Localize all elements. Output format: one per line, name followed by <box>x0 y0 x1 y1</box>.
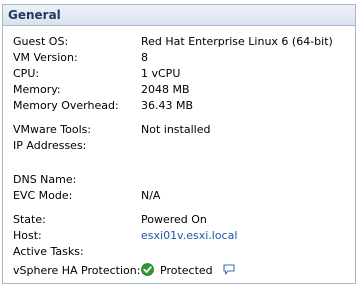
general-panel: General Guest OS: Red Hat Enterprise Lin… <box>2 4 356 284</box>
cpu-label: CPU: <box>13 67 40 80</box>
guest-os-label: Guest OS: <box>13 35 69 48</box>
cpu-value: 1 vCPU <box>141 67 181 80</box>
memory-label: Memory: <box>13 83 61 96</box>
ha-protection-value-group: Protected <box>141 263 235 279</box>
memory-overhead-value: 36.43 MB <box>141 99 194 112</box>
state-label: State: <box>13 213 46 226</box>
vmware-tools-value: Not installed <box>141 123 211 136</box>
dns-name-label: DNS Name: <box>13 173 77 186</box>
ip-addresses-label: IP Addresses: <box>13 139 87 152</box>
ha-protection-label: vSphere HA Protection: <box>13 264 141 277</box>
memory-value: 2048 MB <box>141 83 190 96</box>
ha-protection-value: Protected <box>160 264 213 277</box>
state-value: Powered On <box>141 213 207 226</box>
green-check-icon <box>141 263 154 276</box>
vm-version-value: 8 <box>141 51 148 64</box>
host-label: Host: <box>13 229 42 242</box>
speech-bubble-icon[interactable] <box>223 264 235 275</box>
guest-os-value: Red Hat Enterprise Linux 6 (64-bit) <box>141 35 333 48</box>
panel-title: General <box>3 5 355 26</box>
active-tasks-label: Active Tasks: <box>13 245 84 258</box>
evc-mode-value: N/A <box>141 189 161 202</box>
evc-mode-label: EVC Mode: <box>13 189 73 202</box>
memory-overhead-label: Memory Overhead: <box>13 99 119 112</box>
vmware-tools-label: VMware Tools: <box>13 123 92 136</box>
vm-version-label: VM Version: <box>13 51 78 64</box>
host-link[interactable]: esxi01v.esxi.local <box>141 228 237 244</box>
